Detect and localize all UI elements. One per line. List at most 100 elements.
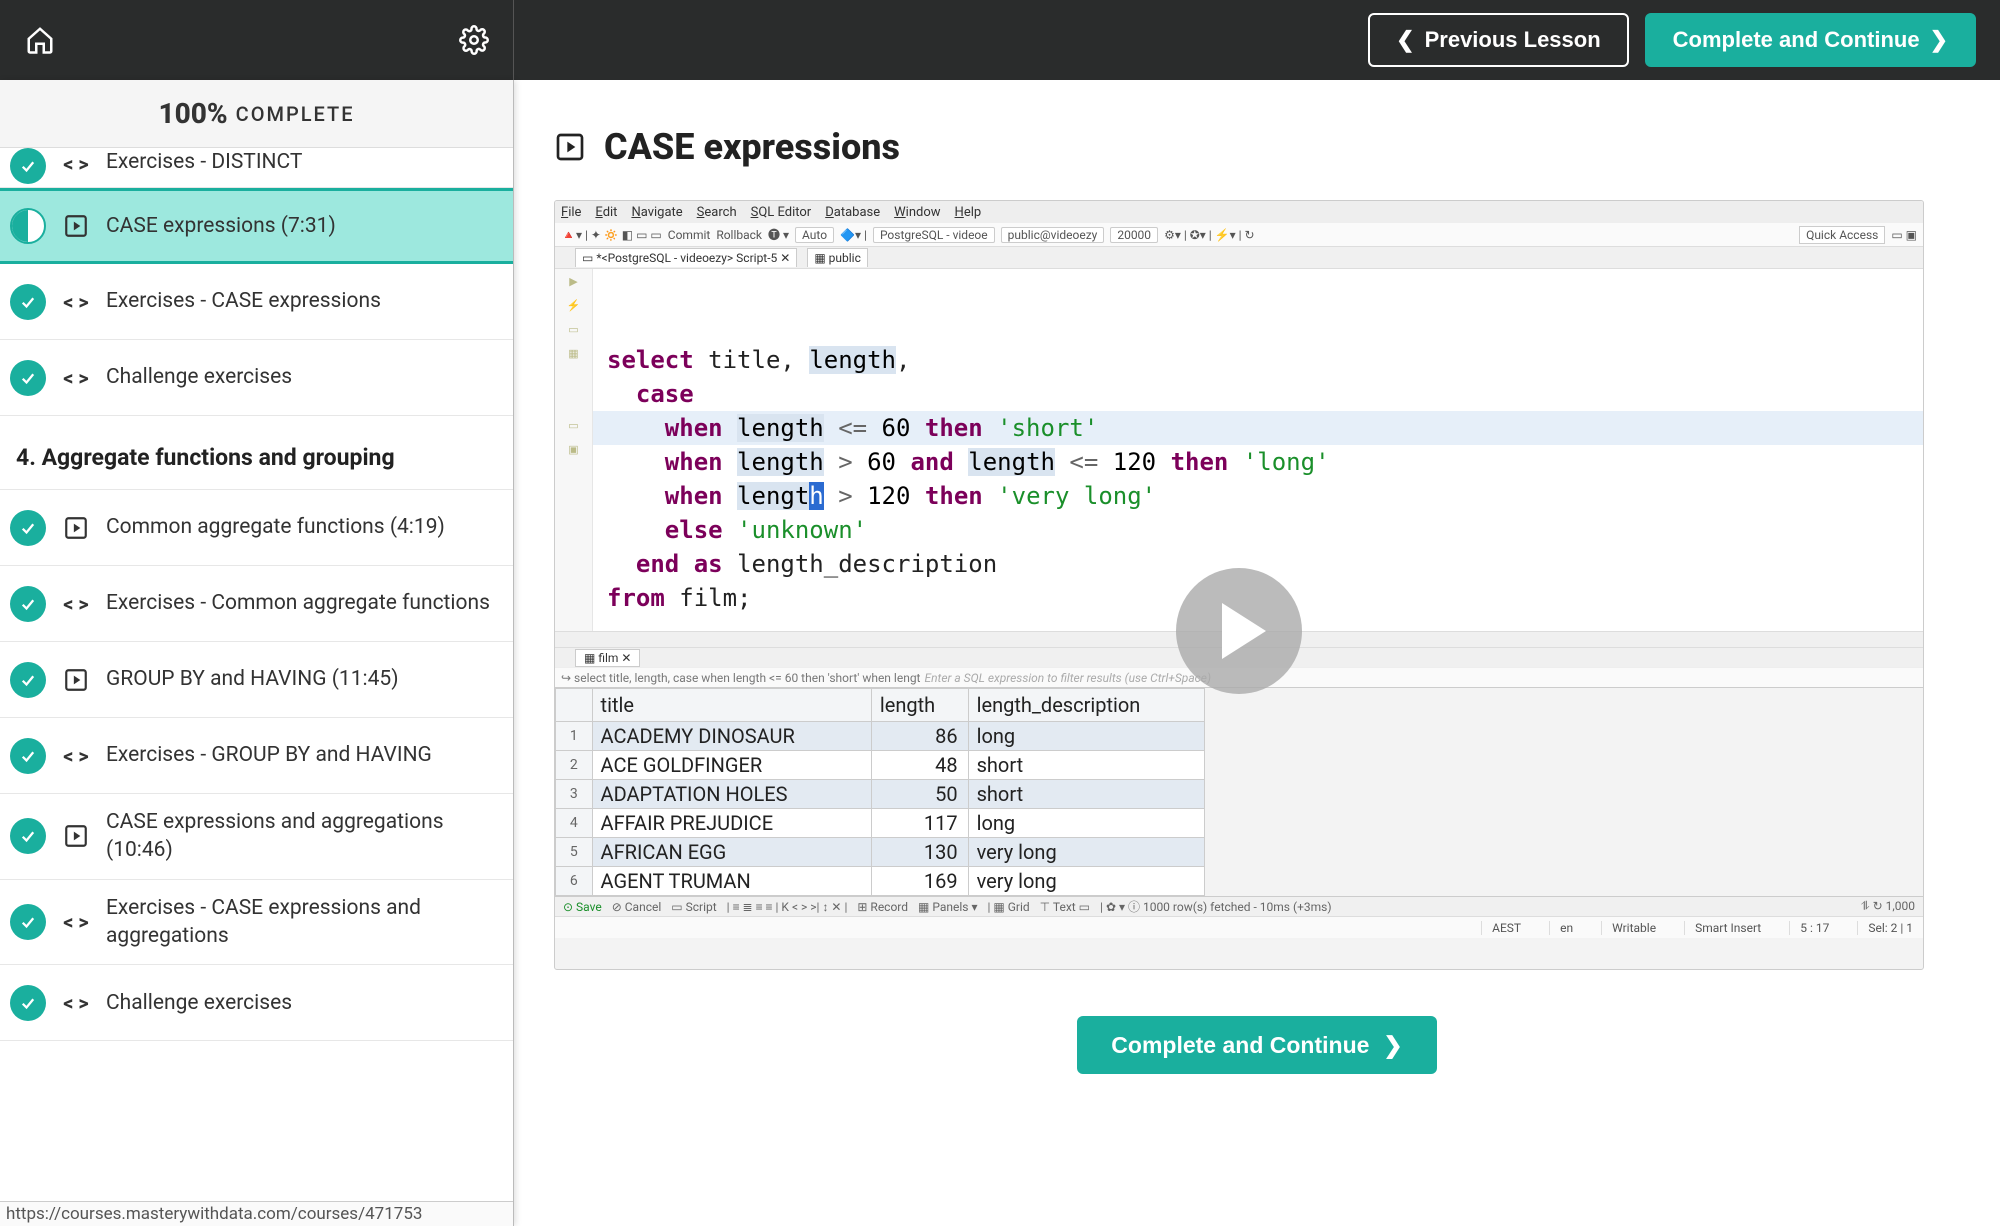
- status-icon: [10, 148, 46, 184]
- script-tab: ▭ *<PostgreSQL - videoezy> Script-5 ✕: [575, 248, 797, 267]
- schema-tab: ▦ public: [807, 248, 868, 267]
- menu-edit: Edit: [595, 205, 617, 220]
- section-header: 4. Aggregate functions and grouping: [0, 416, 513, 490]
- sidebar2-item-5[interactable]: < > Exercises - CASE expressions and aggr…: [0, 880, 513, 966]
- status-icon: [10, 904, 46, 940]
- video-icon: [60, 210, 92, 242]
- progress-header: 100% COMPLETE: [0, 80, 513, 148]
- sidebar2-item-6[interactable]: < > Challenge exercises: [0, 965, 513, 1041]
- col-length: length: [871, 689, 968, 722]
- sidebar-item-1[interactable]: CASE expressions (7:31): [0, 188, 513, 264]
- previous-lesson-button[interactable]: ❮ Previous Lesson: [1368, 13, 1629, 67]
- lesson-title: CASE expressions and aggregations (10:46…: [106, 808, 497, 865]
- sidebar2-item-4[interactable]: CASE expressions and aggregations (10:46…: [0, 794, 513, 880]
- sidebar2-item-3[interactable]: < > Exercises - GROUP BY and HAVING: [0, 718, 513, 794]
- table-row: 1ACADEMY DINOSAUR86long: [556, 722, 1205, 751]
- lesson-title: Exercises - CASE expressions and aggrega…: [106, 894, 497, 951]
- table-row: 2ACE GOLDFINGER48short: [556, 751, 1205, 780]
- code-icon: < >: [60, 906, 92, 938]
- menu-sql-editor: SQL Editor: [751, 205, 812, 220]
- status-icon: [10, 985, 46, 1021]
- ide-menubar: File Edit Navigate Search SQL Editor Database…: [555, 201, 1923, 223]
- quick-access-label: Quick Access: [1799, 226, 1885, 244]
- sidebar: 100% COMPLETE < > Exercises - DISTINCT CAS…: [0, 80, 514, 1226]
- sidebar2-item-0[interactable]: Common aggregate functions (4:19): [0, 490, 513, 566]
- code-icon: < >: [60, 740, 92, 772]
- code-icon: < >: [60, 286, 92, 318]
- menu-database: Database: [825, 205, 880, 220]
- page-title: CASE expressions: [604, 126, 900, 168]
- home-button[interactable]: [0, 0, 80, 80]
- chevron-right-icon: ❯: [1383, 1032, 1402, 1059]
- status-url: https://courses.masterywithdata.com/cour…: [0, 1201, 513, 1226]
- lesson-title: Exercises - DISTINCT: [106, 148, 302, 176]
- lesson-title: Exercises - GROUP BY and HAVING: [106, 741, 432, 769]
- lesson-title: GROUP BY and HAVING (11:45): [106, 665, 399, 693]
- code-icon: < >: [60, 148, 92, 180]
- video-player[interactable]: File Edit Navigate Search SQL Editor Database…: [554, 200, 1924, 970]
- commit-label: Commit: [668, 228, 711, 242]
- sidebar2-item-2[interactable]: GROUP BY and HAVING (11:45): [0, 642, 513, 718]
- sidebar2-item-1[interactable]: < >Exercises - Common aggregate function…: [0, 566, 513, 642]
- connection-label: PostgreSQL - videoe: [873, 227, 995, 243]
- code-icon: < >: [60, 588, 92, 620]
- play-button[interactable]: [1176, 568, 1302, 694]
- col-desc: length_description: [968, 689, 1204, 722]
- lesson-title: Challenge exercises: [106, 363, 292, 391]
- col-title: title: [592, 689, 871, 722]
- complete-continue-button-bottom[interactable]: Complete and Continue ❯: [1077, 1016, 1436, 1074]
- sidebar-item-2[interactable]: < >Exercises - CASE expressions: [0, 264, 513, 340]
- ide-toolbar: 🔺▾ | ✦ 🔅 ◧ ▭ ▭ Commit Rollback 🅣 ▾ Auto …: [555, 223, 1923, 247]
- ide-tabs: ▭ *<PostgreSQL - videoezy> Script-5 ✕ ▦ …: [555, 247, 1923, 269]
- video-icon: [60, 820, 92, 852]
- lesson-headline: CASE expressions: [554, 126, 1960, 168]
- chevron-left-icon: ❮: [1396, 27, 1414, 53]
- complete-continue-label: Complete and Continue: [1673, 27, 1920, 53]
- menu-file: File: [561, 205, 581, 220]
- complete-continue-label-bottom: Complete and Continue: [1111, 1032, 1369, 1059]
- progress-percent: 100%: [158, 97, 227, 130]
- home-icon: [25, 25, 55, 55]
- lesson-title: CASE expressions (7:31): [106, 212, 336, 240]
- video-icon: [60, 512, 92, 544]
- menu-help: Help: [955, 205, 982, 220]
- previous-lesson-label: Previous Lesson: [1425, 27, 1601, 53]
- code-icon: < >: [60, 987, 92, 1019]
- topbar-left: [0, 0, 514, 80]
- toolbar-glyphs: 🔺▾ | ✦ 🔅 ◧ ▭ ▭: [561, 228, 662, 242]
- database-label: public@videoezy: [1001, 227, 1105, 243]
- status-icon: [10, 510, 46, 546]
- table-row: 5AFRICAN EGG130very long: [556, 838, 1205, 867]
- rows-label: 20000: [1110, 227, 1158, 243]
- result-grid: title length length_description 1ACADEMY…: [555, 687, 1923, 896]
- menu-search: Search: [697, 205, 737, 220]
- chevron-right-icon: ❯: [1930, 27, 1948, 53]
- status-icon: [10, 738, 46, 774]
- topbar: ❮ Previous Lesson Complete and Continue …: [0, 0, 2000, 80]
- sidebar-item-3[interactable]: < > Challenge exercises: [0, 340, 513, 416]
- main-content: CASE expressions File Edit Navigate Search S…: [514, 80, 2000, 1226]
- sidebar-item-0[interactable]: < > Exercises - DISTINCT: [0, 148, 513, 188]
- table-row: 3ADAPTATION HOLES50short: [556, 780, 1205, 809]
- table-row: 4AFFAIR PREJUDICE117long: [556, 809, 1205, 838]
- lesson-title: Common aggregate functions (4:19): [106, 513, 445, 541]
- complete-continue-button-top[interactable]: Complete and Continue ❯: [1645, 13, 1976, 67]
- ide-statusbar: AEST en Writable Smart Insert 5 : 17 Sel…: [555, 916, 1923, 938]
- status-icon: [10, 662, 46, 698]
- lesson-title: Challenge exercises: [106, 989, 292, 1017]
- menu-navigate: Navigate: [631, 205, 682, 220]
- auto-label: Auto: [795, 227, 834, 243]
- code-icon: < >: [60, 362, 92, 394]
- progress-label: COMPLETE: [236, 102, 355, 126]
- lesson-list[interactable]: < > Exercises - DISTINCT CASE expressions …: [0, 148, 513, 1226]
- video-icon: [60, 664, 92, 696]
- status-icon: [10, 586, 46, 622]
- play-square-icon: [554, 131, 586, 163]
- settings-button[interactable]: [434, 0, 514, 80]
- editor-gutter: ▶⚡▭▦▭▣: [555, 269, 593, 631]
- gear-icon: [459, 25, 489, 55]
- status-icon: [10, 818, 46, 854]
- result-toolbar: ⊙ Save ⊘ Cancel ▭ Script | ≡ ≣ ≡ ≡ | K <…: [555, 896, 1923, 916]
- rollback-label: Rollback: [716, 228, 762, 242]
- topbar-right: ❮ Previous Lesson Complete and Continue …: [1368, 13, 2000, 67]
